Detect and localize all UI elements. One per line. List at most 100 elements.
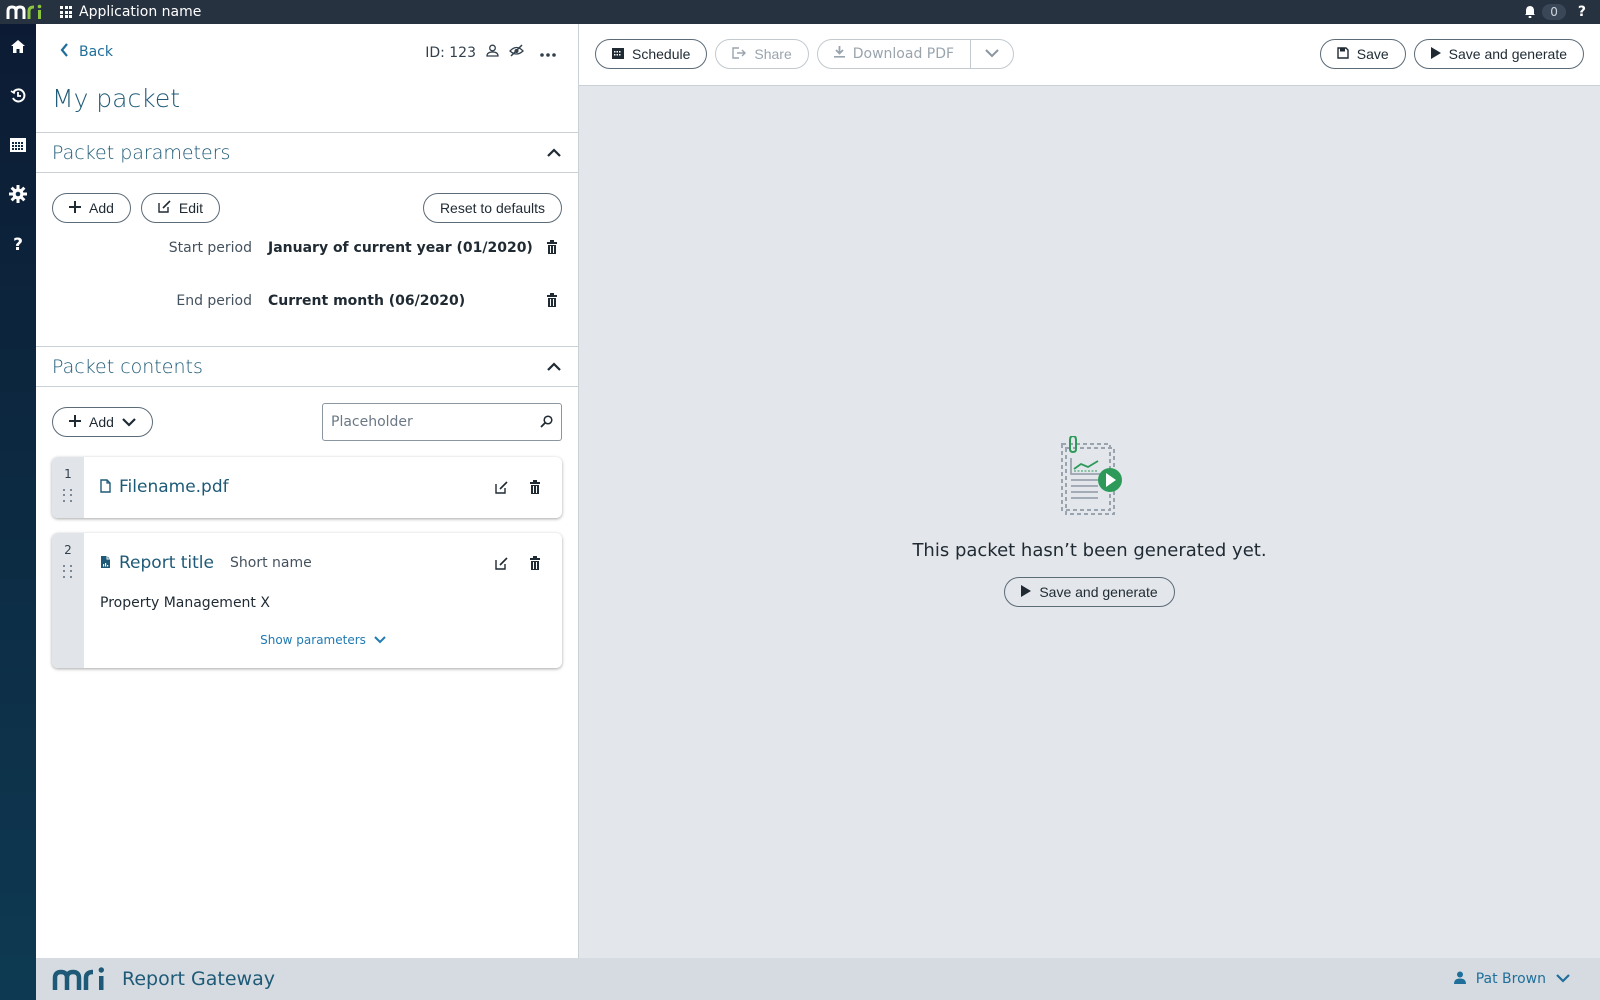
edit-parameters-button[interactable]: Edit [140,193,221,223]
drag-handle[interactable]: 2 [52,533,84,668]
app-grid-icon[interactable] [60,6,72,18]
item-index: 1 [64,467,72,481]
edit-icon [158,200,171,216]
gear-icon [9,184,27,207]
show-parameters-link[interactable]: Show parameters [84,633,562,647]
drag-icon [63,489,73,503]
download-options-dropdown[interactable] [971,40,1013,68]
calendar-icon [612,46,624,62]
show-parameters-label: Show parameters [260,633,366,647]
more-icon[interactable] [540,45,556,61]
reset-to-defaults-button[interactable]: Reset to defaults [422,193,562,223]
drag-icon [63,565,73,579]
nav-calendar[interactable] [0,122,36,171]
nav-help[interactable]: ? [0,220,36,269]
packet-parameters: Add Edit Reset to defaults Start period … [36,173,578,347]
packet-editor-panel: Back ID: 123 My packet Packet parameters… [36,24,579,958]
download-pdf-button[interactable]: Download PDF [818,40,972,68]
parameter-row: Start period January of current year (01… [36,236,579,260]
trash-icon[interactable] [530,555,540,574]
eye-off-icon[interactable] [509,44,524,61]
section-title: Packet parameters [52,141,231,164]
history-icon [10,87,26,108]
add-label: Add [89,414,114,430]
app-name: Application name [79,4,202,20]
parameter-row: End period Current month (06/2020) [36,289,579,313]
parameter-value[interactable]: January of current year (01/2020) [268,240,533,256]
edit-label: Edit [178,200,204,216]
bell-icon[interactable] [1524,3,1536,22]
item-name[interactable]: Report title [119,553,214,573]
edit-icon[interactable] [495,555,508,574]
content-item-card[interactable]: 1 Filename.pdf [52,457,562,518]
save-generate-label: Save and generate [1448,46,1567,62]
packet-contents-header[interactable]: Packet contents [36,347,578,387]
home-icon [10,39,26,58]
file-icon [100,478,111,497]
add-content-button[interactable]: Add [52,407,153,437]
user-name: Pat Brown [1475,971,1546,987]
report-icon [100,554,111,573]
user-icon [1453,971,1466,988]
footer: Report Gateway Pat Brown [36,958,1600,1000]
trash-icon[interactable] [547,239,557,258]
save-icon [1337,46,1349,62]
save-label: Save [1356,46,1389,62]
trash-icon[interactable] [547,292,557,311]
notification-count: 0 [1542,4,1566,20]
edit-icon[interactable] [495,479,508,498]
save-and-generate-button[interactable]: Save and generate [1413,39,1584,69]
parameter-key: End period [176,293,252,309]
play-icon [1430,46,1441,62]
item-short-name: Short name [230,555,312,571]
empty-save-and-generate-button[interactable]: Save and generate [1004,577,1175,607]
preview-area: This packet hasn’t been generated yet. S… [579,86,1600,958]
save-generate-label: Save and generate [1039,584,1158,600]
help-icon: ? [13,234,23,255]
page-title: My packet [52,84,181,113]
schedule-label: Schedule [632,46,691,62]
search-input[interactable] [331,414,540,430]
play-icon [1021,584,1032,600]
nav-home[interactable] [0,24,36,73]
add-parameter-button[interactable]: Add [52,193,131,223]
back-label: Back [79,44,113,60]
mri-logo [6,3,48,21]
trash-icon[interactable] [530,479,540,498]
product-name: Report Gateway [122,968,275,990]
nav-settings[interactable] [0,171,36,220]
chevron-down-icon [374,633,386,647]
drag-handle[interactable]: 1 [52,457,84,518]
side-nav: ? [0,24,36,1000]
search-icon[interactable] [540,413,553,432]
nav-history[interactable] [0,73,36,122]
save-button[interactable]: Save [1319,39,1406,69]
packet-parameters-header[interactable]: Packet parameters [36,133,578,173]
share-label: Share [754,46,792,62]
empty-state: This packet hasn’t been generated yet. S… [579,434,1600,607]
item-property: Property Management X [100,595,270,611]
chevron-down-icon [1556,971,1570,987]
packet-illustration-icon [1058,434,1122,520]
item-index: 2 [64,543,72,557]
chevron-down-icon [122,414,136,430]
chevron-up-icon[interactable] [546,145,562,161]
chevron-up-icon[interactable] [546,359,562,375]
share-button[interactable]: Share [715,39,809,69]
calendar-icon [10,137,26,156]
item-name[interactable]: Filename.pdf [119,477,229,497]
top-bar: Application name 0 ? [0,0,1600,24]
plus-icon [69,414,81,430]
packet-id: ID: 123 [425,44,476,61]
back-link[interactable]: Back [60,43,113,61]
search-field[interactable] [322,403,562,441]
user-icon[interactable] [486,44,499,61]
content-item-card[interactable]: 2 Report title Short name Property Manag… [52,533,562,668]
user-menu[interactable]: Pat Brown [1453,971,1570,988]
download-icon [833,46,845,62]
chevron-left-icon [60,43,69,61]
schedule-button[interactable]: Schedule [595,39,708,69]
mri-logo [52,966,110,992]
parameter-value[interactable]: Current month (06/2020) [268,293,465,309]
help-icon[interactable]: ? [1578,4,1586,20]
